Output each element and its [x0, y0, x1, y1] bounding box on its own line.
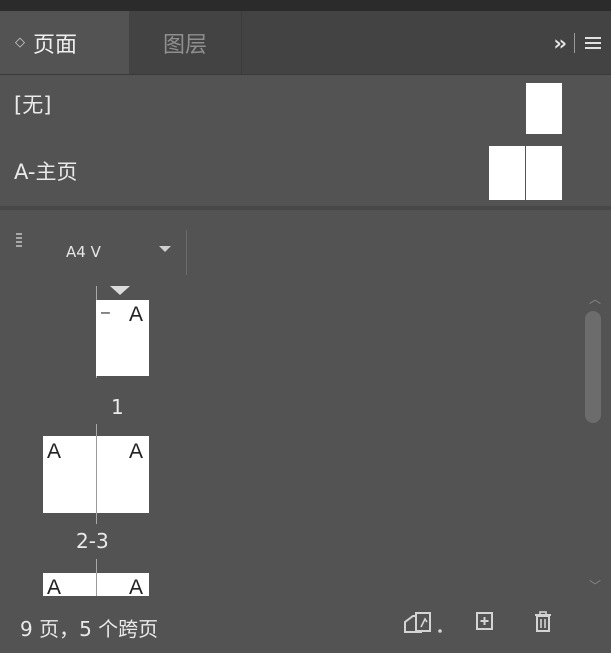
- tab-layers[interactable]: 图层: [129, 11, 242, 74]
- grip-icon[interactable]: [16, 233, 22, 247]
- page-1-marker: –: [101, 304, 110, 321]
- panel-menu-group: ››: [554, 11, 601, 74]
- spread-spine: [96, 436, 97, 513]
- tab-pages-label: 页面: [33, 32, 78, 58]
- page-1-prefix: A: [128, 303, 143, 326]
- edit-page-size-icon[interactable]: [403, 610, 447, 640]
- tab-pages[interactable]: ◇ 页面: [0, 11, 129, 74]
- page-number-1: 1: [111, 395, 124, 419]
- master-thumbnail-none[interactable]: [526, 83, 562, 134]
- scroll-up-icon[interactable]: ︿: [589, 290, 601, 307]
- master-label-none: [无]: [14, 93, 52, 117]
- page-thumbnail-1[interactable]: – A: [96, 300, 149, 376]
- page-size-bar: A4 V: [0, 210, 611, 281]
- panel-footer: 9 页，5 个跨页: [0, 596, 611, 653]
- double-chevron-icon[interactable]: ››: [554, 31, 568, 55]
- page-2-prefix: A: [47, 440, 62, 463]
- page-size-value[interactable]: A4 V: [66, 243, 101, 261]
- panel-tab-bar: ◇ 页面 图层 ››: [0, 11, 611, 75]
- pages-list[interactable]: – A 1 A A 2-3 A A: [0, 281, 611, 596]
- page-4-prefix: A: [47, 576, 62, 596]
- page-count-status: 9 页，5 个跨页: [20, 617, 159, 641]
- master-label-a: A-主页: [14, 160, 78, 184]
- spread-spine: [96, 573, 97, 596]
- panel-top-strip: [0, 0, 611, 11]
- page-size-separator: [186, 230, 187, 275]
- scroll-down-icon[interactable]: ﹀: [589, 577, 601, 594]
- collapse-arrows-icon[interactable]: ◇: [15, 35, 25, 50]
- page-3-prefix: A: [128, 440, 143, 463]
- scrollbar[interactable]: ︿ ﹀: [581, 281, 611, 596]
- master-row-a[interactable]: A-主页: [0, 142, 611, 200]
- page-size-dropdown-icon[interactable]: [159, 246, 171, 252]
- current-page-marker-icon: [110, 286, 130, 295]
- page-number-2-3: 2-3: [76, 529, 109, 553]
- hamburger-menu-icon[interactable]: [585, 36, 601, 49]
- master-thumbnail-a-right[interactable]: [526, 146, 562, 200]
- page-5-prefix: A: [128, 576, 143, 596]
- menu-separator: [574, 32, 575, 53]
- scroll-thumb[interactable]: [585, 311, 601, 423]
- master-row-none[interactable]: [无]: [0, 75, 611, 134]
- tab-layers-label: 图层: [162, 32, 207, 58]
- delete-page-icon[interactable]: [532, 610, 554, 638]
- new-page-icon[interactable]: [474, 610, 496, 636]
- master-thumbnail-a-left[interactable]: [489, 146, 525, 200]
